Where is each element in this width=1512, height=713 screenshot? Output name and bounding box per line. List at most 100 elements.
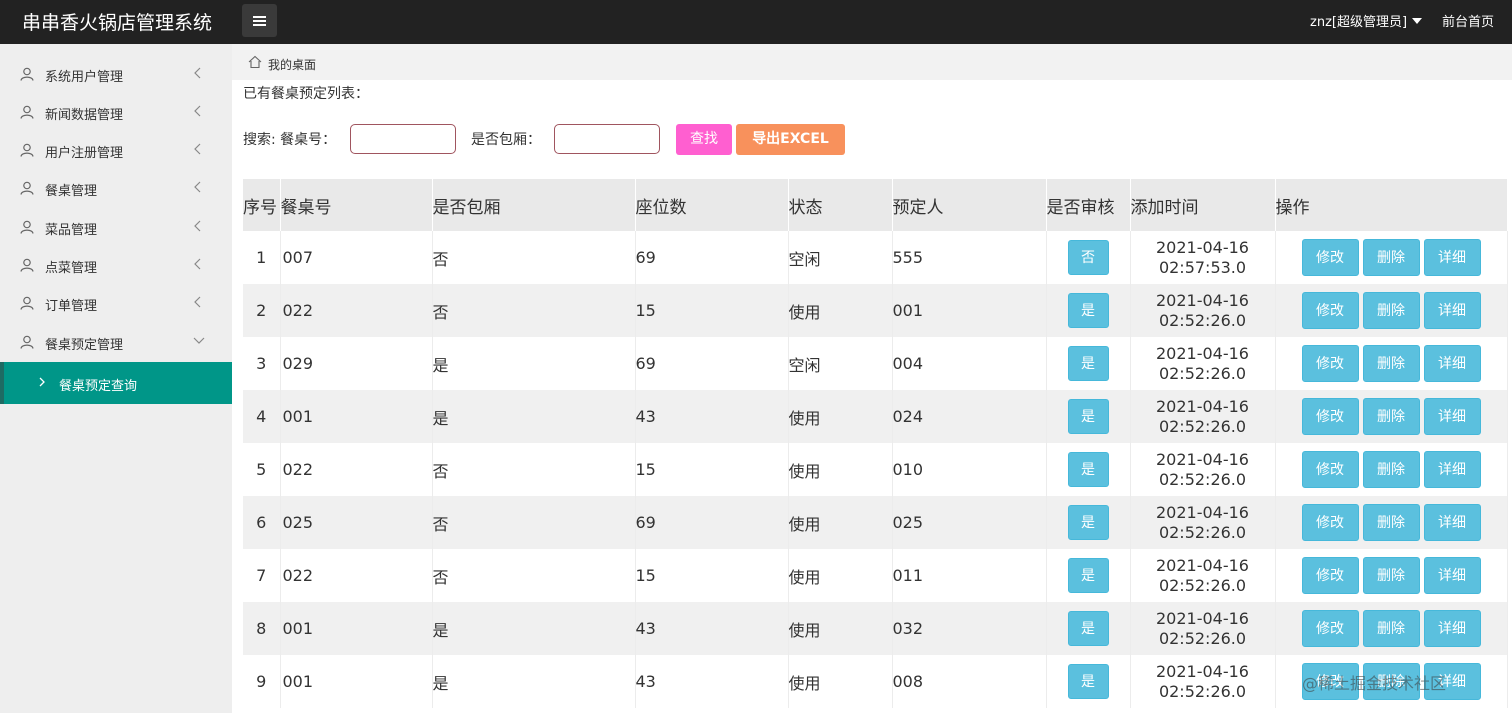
cell-actions: 修改 删除 详细 bbox=[1275, 496, 1508, 549]
cell-booker: 010 bbox=[892, 443, 1047, 496]
detail-button[interactable]: 详细 bbox=[1423, 398, 1481, 435]
private-room-input[interactable] bbox=[554, 124, 660, 154]
cell-status: 空闲 bbox=[788, 231, 893, 284]
detail-button[interactable]: 详细 bbox=[1423, 239, 1481, 276]
cell-booker: 011 bbox=[892, 549, 1047, 602]
cell-no: 6 bbox=[243, 496, 281, 549]
audit-button[interactable]: 是 bbox=[1067, 505, 1109, 540]
delete-button[interactable]: 删除 bbox=[1362, 239, 1420, 276]
col-header-booker: 预定人 bbox=[892, 179, 1047, 231]
search-button[interactable]: 查找 bbox=[676, 124, 732, 155]
sidebar-subitem-reservation-query[interactable]: 餐桌预定查询 bbox=[0, 362, 232, 404]
user-icon bbox=[20, 220, 34, 234]
chevron-left-icon bbox=[194, 181, 201, 193]
detail-button[interactable]: 详细 bbox=[1423, 557, 1481, 594]
audit-button[interactable]: 是 bbox=[1067, 293, 1109, 328]
search-table-label: 搜索: 餐桌号： bbox=[243, 132, 337, 148]
cell-private: 否 bbox=[432, 284, 636, 337]
cell-private: 是 bbox=[432, 337, 636, 390]
cell-seats: 69 bbox=[635, 496, 789, 549]
user-icon bbox=[20, 296, 34, 310]
cell-booker: 008 bbox=[892, 655, 1047, 708]
chevron-right-icon bbox=[39, 377, 45, 387]
edit-button[interactable]: 修改 bbox=[1301, 610, 1359, 647]
cell-seats: 15 bbox=[635, 284, 789, 337]
delete-button[interactable]: 删除 bbox=[1362, 557, 1420, 594]
table-row: 1 007 否 69 空闲 555 否 2021-04-16 02:57:53.0 修改 删除 详细 bbox=[243, 231, 1508, 284]
sidebar-item-orders[interactable]: 订单管理 bbox=[0, 284, 232, 322]
cell-seats: 15 bbox=[635, 549, 789, 602]
sidebar-item-dishes[interactable]: 菜品管理 bbox=[0, 208, 232, 246]
delete-button[interactable]: 删除 bbox=[1362, 610, 1420, 647]
sidebar-item-reservations[interactable]: 餐桌预定管理 bbox=[0, 323, 232, 361]
sidebar-item-news[interactable]: 新闻数据管理 bbox=[0, 93, 232, 131]
sidebar-item-tables[interactable]: 餐桌管理 bbox=[0, 169, 232, 207]
time-date: 2021-04-16 bbox=[1156, 290, 1249, 310]
cell-seats: 43 bbox=[635, 390, 789, 443]
time-date: 2021-04-16 bbox=[1156, 343, 1249, 363]
sidebar-item-system-users[interactable]: 系统用户管理 bbox=[0, 55, 232, 93]
cell-actions: 修改 删除 详细 bbox=[1275, 390, 1508, 443]
cell-actions: 修改 删除 详细 bbox=[1275, 549, 1508, 602]
audit-button[interactable]: 否 bbox=[1067, 240, 1109, 275]
edit-button[interactable]: 修改 bbox=[1301, 239, 1359, 276]
audit-button[interactable]: 是 bbox=[1067, 611, 1109, 646]
cell-time: 2021-04-16 02:52:26.0 bbox=[1130, 496, 1276, 549]
cell-no: 5 bbox=[243, 443, 281, 496]
edit-button[interactable]: 修改 bbox=[1301, 345, 1359, 382]
table-row: 2 022 否 15 使用 001 是 2021-04-16 02:52:26.0 修改 删除 详细 bbox=[243, 284, 1508, 337]
cell-table-number: 022 bbox=[280, 443, 433, 496]
detail-button[interactable]: 详细 bbox=[1423, 292, 1481, 329]
user-menu[interactable]: znz[超级管理员] bbox=[1310, 11, 1423, 30]
table-row: 8 001 是 43 使用 032 是 2021-04-16 02:52:26.0 修改 删除 详细 bbox=[243, 602, 1508, 655]
sidebar-item-label: 餐桌预定管理 bbox=[45, 338, 124, 353]
table-row: 6 025 否 69 使用 025 是 2021-04-16 02:52:26.0 修改 删除 详细 bbox=[243, 496, 1508, 549]
delete-button[interactable]: 删除 bbox=[1362, 292, 1420, 329]
cell-audit: 是 bbox=[1046, 549, 1131, 602]
audit-button[interactable]: 是 bbox=[1067, 346, 1109, 381]
hamburger-icon bbox=[253, 16, 266, 18]
cell-time: 2021-04-16 02:52:26.0 bbox=[1130, 602, 1276, 655]
delete-button[interactable]: 删除 bbox=[1362, 504, 1420, 541]
audit-button[interactable]: 是 bbox=[1067, 452, 1109, 487]
detail-button[interactable]: 详细 bbox=[1423, 451, 1481, 488]
detail-button[interactable]: 详细 bbox=[1423, 504, 1481, 541]
cell-no: 3 bbox=[243, 337, 281, 390]
delete-button[interactable]: 删除 bbox=[1362, 398, 1420, 435]
edit-button[interactable]: 修改 bbox=[1301, 504, 1359, 541]
menu-toggle-button[interactable] bbox=[242, 4, 277, 37]
cell-actions: 修改 删除 详细 bbox=[1275, 337, 1508, 390]
sidebar-item-label: 新闻数据管理 bbox=[45, 108, 124, 123]
breadcrumb-home[interactable]: 我的桌面 bbox=[268, 56, 316, 73]
sidebar-item-ordering[interactable]: 点菜管理 bbox=[0, 246, 232, 284]
cell-status: 使用 bbox=[788, 443, 893, 496]
edit-button[interactable]: 修改 bbox=[1301, 398, 1359, 435]
audit-button[interactable]: 是 bbox=[1067, 558, 1109, 593]
cell-status: 空闲 bbox=[788, 337, 893, 390]
delete-button[interactable]: 删除 bbox=[1362, 451, 1420, 488]
audit-button[interactable]: 是 bbox=[1067, 664, 1109, 699]
edit-button[interactable]: 修改 bbox=[1301, 557, 1359, 594]
cell-actions: 修改 删除 详细 bbox=[1275, 443, 1508, 496]
cell-seats: 15 bbox=[635, 443, 789, 496]
detail-button[interactable]: 详细 bbox=[1423, 610, 1481, 647]
front-page-link[interactable]: 前台首页 bbox=[1442, 11, 1494, 30]
table-number-input[interactable] bbox=[350, 124, 456, 154]
edit-button[interactable]: 修改 bbox=[1301, 451, 1359, 488]
chevron-down-icon bbox=[193, 337, 205, 344]
detail-button[interactable]: 详细 bbox=[1423, 345, 1481, 382]
caret-down-icon bbox=[1412, 18, 1423, 24]
cell-time: 2021-04-16 02:57:53.0 bbox=[1130, 231, 1276, 284]
cell-table-number: 025 bbox=[280, 496, 433, 549]
sidebar: 系统用户管理 新闻数据管理 用户注册管理 餐桌管理 菜品管理 点菜管理 订单管理… bbox=[0, 44, 232, 713]
edit-button[interactable]: 修改 bbox=[1301, 292, 1359, 329]
private-room-label: 是否包厢： bbox=[471, 132, 541, 148]
cell-time: 2021-04-16 02:52:26.0 bbox=[1130, 284, 1276, 337]
time-date: 2021-04-16 bbox=[1156, 661, 1249, 681]
audit-button[interactable]: 是 bbox=[1067, 399, 1109, 434]
cell-no: 4 bbox=[243, 390, 281, 443]
delete-button[interactable]: 删除 bbox=[1362, 345, 1420, 382]
sidebar-item-registration[interactable]: 用户注册管理 bbox=[0, 131, 232, 169]
export-excel-button[interactable]: 导出EXCEL bbox=[736, 124, 845, 155]
time-clock: 02:52:26.0 bbox=[1158, 575, 1247, 595]
